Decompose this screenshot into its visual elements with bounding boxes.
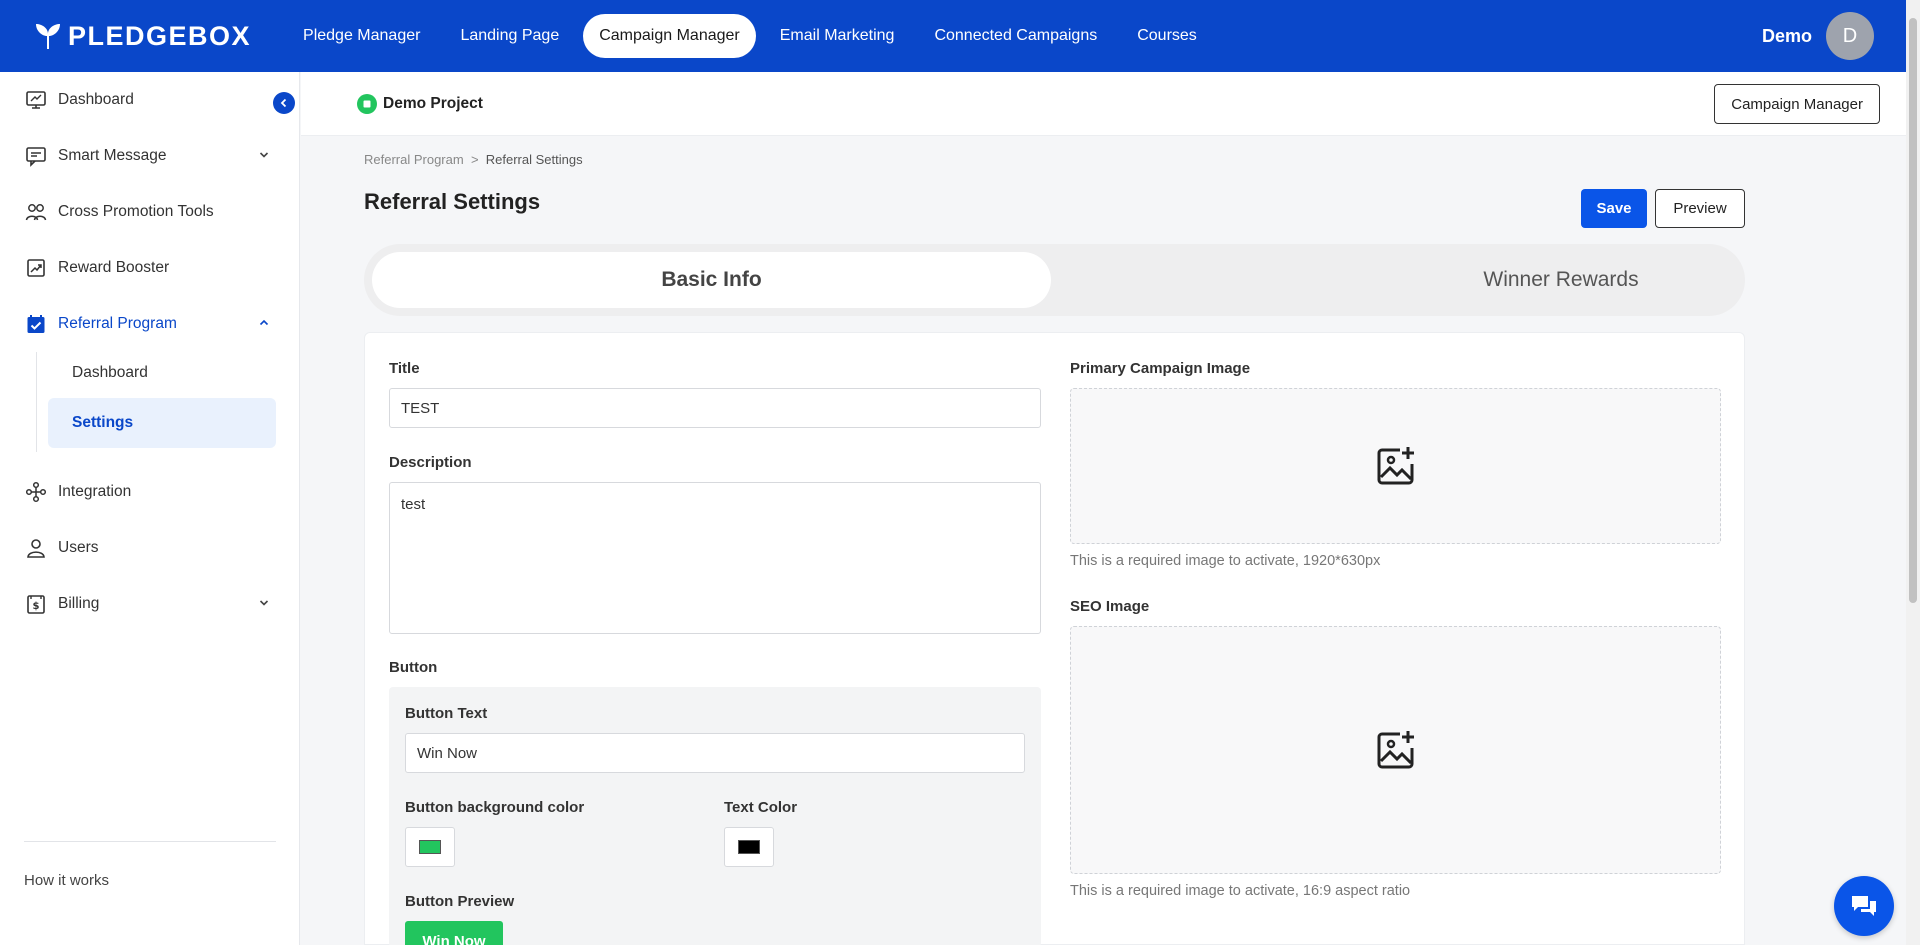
user-icon (24, 536, 48, 560)
nav-connected-campaigns[interactable]: Connected Campaigns (918, 14, 1113, 58)
sidebar-item-referral-program[interactable]: Referral Program (24, 304, 276, 344)
sidebar-item-cross-promotion-tools[interactable]: Cross Promotion Tools (24, 192, 276, 232)
primary-image-hint: This is a required image to activate, 19… (1070, 553, 1381, 569)
user-menu[interactable]: Demo D (1762, 12, 1874, 60)
sidebar-subitem-dashboard[interactable]: Dashboard (48, 348, 276, 398)
sidebar-item-smart-message[interactable]: Smart Message (24, 136, 276, 176)
sidebar: Dashboard Smart Message Cross Promotion … (0, 72, 300, 945)
preview-button[interactable]: Preview (1655, 189, 1745, 228)
sidebar-item-billing[interactable]: $ Billing (24, 584, 276, 624)
sidebar-item-users[interactable]: Users (24, 528, 276, 568)
avatar[interactable]: D (1826, 12, 1874, 60)
sidebar-item-label: Billing (58, 595, 100, 612)
button-section-label: Button (389, 659, 438, 676)
page-scrollbar[interactable] (1906, 0, 1920, 945)
chart-up-icon (24, 256, 48, 280)
nav-pledge-manager[interactable]: Pledge Manager (287, 14, 436, 58)
nav-courses[interactable]: Courses (1121, 14, 1213, 58)
save-button[interactable]: Save (1581, 189, 1647, 228)
main-nav: Pledge Manager Landing Page Campaign Man… (287, 14, 1213, 58)
primary-image-label: Primary Campaign Image (1070, 360, 1251, 377)
brand-name: PLEDGEBOX (68, 20, 252, 51)
button-text-input[interactable]: Win Now (405, 733, 1025, 773)
project-header: Demo Project Campaign Manager (301, 72, 1906, 136)
sidebar-item-label: Smart Message (58, 147, 167, 164)
people-icon (24, 200, 48, 224)
nav-landing-page[interactable]: Landing Page (444, 14, 575, 58)
chevron-left-icon (280, 98, 287, 108)
nav-campaign-manager[interactable]: Campaign Manager (583, 14, 756, 58)
text-color-label: Text Color (724, 799, 798, 816)
billing-icon: $ (24, 592, 48, 616)
project-selector[interactable]: Demo Project (357, 94, 483, 114)
chevron-down-icon (259, 152, 269, 158)
sidebar-item-integration[interactable]: Integration (24, 472, 276, 512)
button-text-label: Button Text (405, 705, 488, 722)
sidebar-item-label: Users (58, 539, 99, 556)
text-color-picker[interactable] (724, 827, 774, 867)
breadcrumb-separator: > (470, 152, 479, 167)
how-it-works-link[interactable]: How it works (24, 872, 109, 889)
scrollbar-thumb[interactable] (1909, 18, 1917, 603)
sidebar-item-reward-booster[interactable]: Reward Booster (24, 248, 276, 288)
seo-image-hint: This is a required image to activate, 16… (1070, 883, 1411, 899)
tab-basic-info[interactable]: Basic Info (372, 252, 1051, 308)
settings-tabs: Basic Info Winner Rewards (364, 244, 1745, 316)
campaign-manager-button[interactable]: Campaign Manager (1714, 84, 1880, 124)
title-label: Title (389, 360, 420, 377)
chevron-up-icon (259, 319, 269, 326)
breadcrumb: Referral Program > Referral Settings (364, 152, 583, 167)
chat-icon (1852, 896, 1876, 916)
dashboard-icon (24, 88, 48, 112)
basic-info-form: Title TEST Description test Button Butto… (364, 332, 1745, 945)
submenu-guide-line (36, 352, 37, 452)
project-name: Demo Project (383, 95, 483, 112)
description-textarea[interactable]: test (389, 482, 1041, 634)
svg-text:$: $ (33, 601, 40, 612)
add-image-icon (1377, 447, 1414, 485)
button-settings-panel: Button Text Win Now Button background co… (389, 687, 1041, 945)
text-color-swatch (738, 840, 760, 854)
user-name: Demo (1761, 25, 1812, 46)
description-value: test (401, 496, 426, 513)
integration-icon (24, 480, 48, 504)
tab-winner-rewards[interactable]: Winner Rewards (1414, 252, 1708, 308)
sidebar-item-label: Referral Program (58, 315, 177, 332)
primary-image-upload[interactable] (1070, 388, 1721, 544)
top-navbar: PLEDGEBOX Pledge Manager Landing Page Ca… (0, 0, 1906, 72)
sidebar-item-label: Cross Promotion Tools (58, 203, 214, 220)
chat-widget-button[interactable] (1834, 876, 1894, 936)
button-preview: Win Now (405, 921, 503, 945)
add-image-icon (1377, 731, 1414, 769)
pledgebox-logo-icon (36, 24, 60, 49)
sidebar-divider (24, 841, 276, 842)
sidebar-item-label: Reward Booster (58, 259, 170, 276)
breadcrumb-current: Referral Settings (485, 152, 583, 167)
button-preview-label: Button Preview (405, 893, 515, 910)
seo-image-label: SEO Image (1070, 598, 1150, 615)
bg-color-swatch (419, 840, 441, 854)
brand-logo[interactable]: PLEDGEBOX (32, 21, 251, 52)
button-bg-color-label: Button background color (405, 799, 585, 816)
project-status-icon (357, 94, 377, 114)
nav-email-marketing[interactable]: Email Marketing (764, 14, 911, 58)
seo-image-upload[interactable] (1070, 626, 1721, 874)
chevron-down-icon (259, 600, 269, 606)
sidebar-item-label: Dashboard (58, 91, 134, 108)
message-icon (24, 144, 48, 168)
sidebar-item-dashboard[interactable]: Dashboard (24, 80, 276, 120)
button-bg-color-picker[interactable] (405, 827, 455, 867)
sidebar-collapse-button[interactable] (273, 92, 295, 114)
title-input[interactable]: TEST (389, 388, 1041, 428)
breadcrumb-parent[interactable]: Referral Program (364, 152, 464, 167)
page-title: Referral Settings (364, 189, 541, 214)
sidebar-subitem-settings[interactable]: Settings (48, 398, 276, 448)
description-label: Description (389, 454, 472, 471)
sidebar-item-label: Integration (58, 483, 132, 500)
calendar-check-icon (24, 312, 48, 336)
